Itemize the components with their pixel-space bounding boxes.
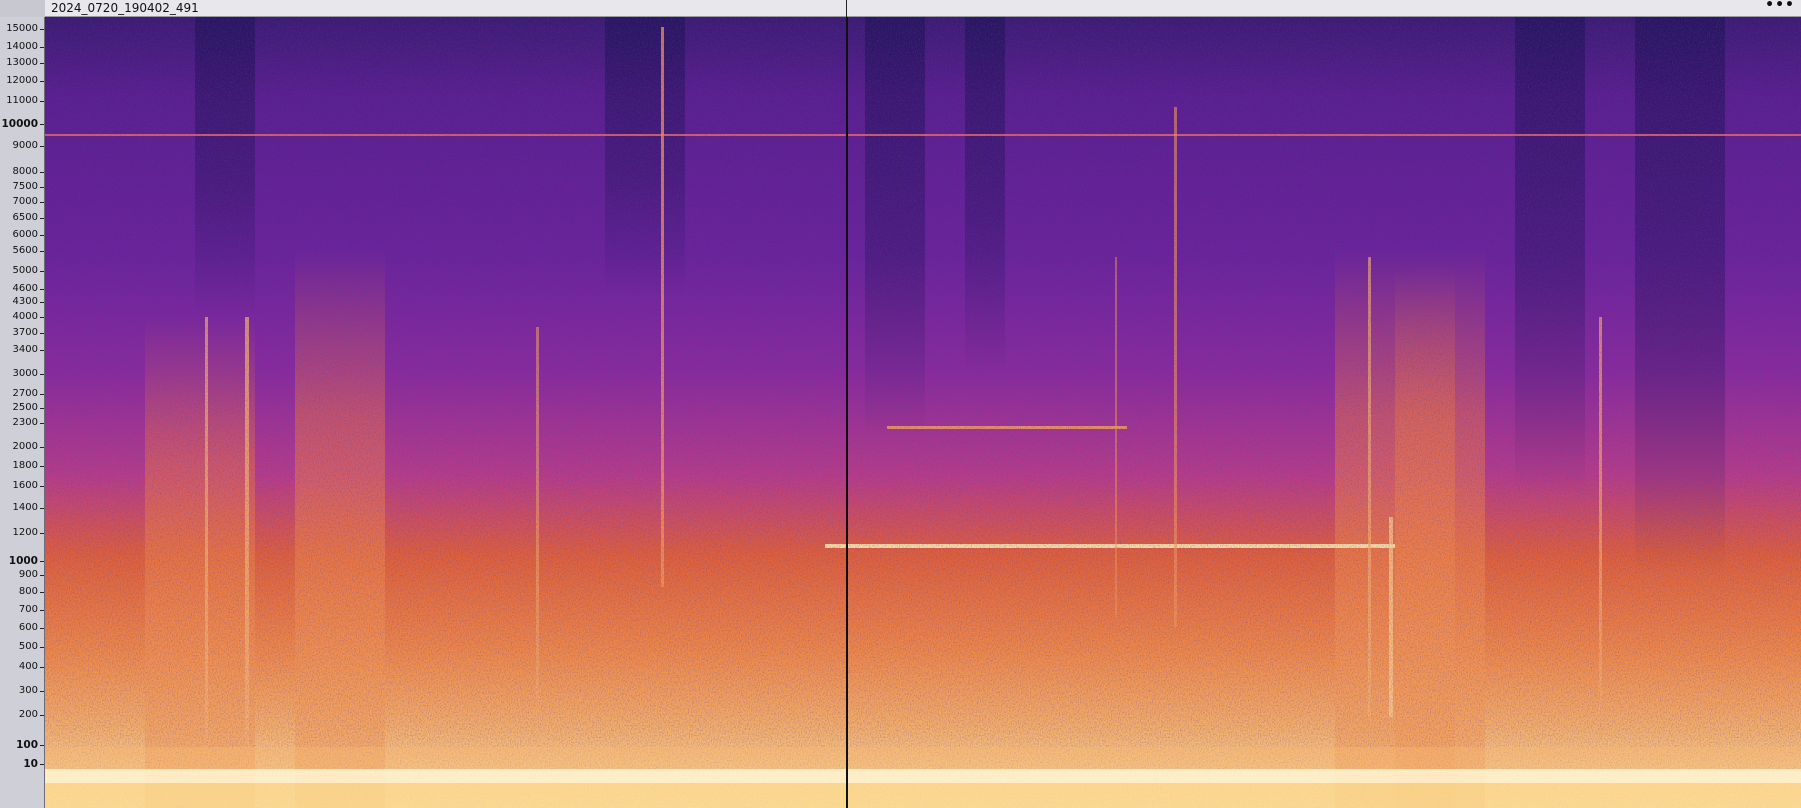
ruler-tick [40, 101, 44, 102]
ruler-tick [40, 235, 44, 236]
ruler-tick [40, 447, 44, 448]
ruler-label-5000: 5000 [12, 265, 38, 276]
ruler-label-14000: 14000 [6, 41, 38, 52]
ruler-label-5600: 5600 [12, 245, 38, 256]
ruler-tick [40, 423, 44, 424]
ruler-tick [40, 302, 44, 303]
ruler-label-4300: 4300 [12, 296, 38, 307]
ruler-label-8000: 8000 [12, 166, 38, 177]
ruler-tick [40, 745, 44, 746]
ruler-tick [40, 333, 44, 334]
ruler-label-600: 600 [18, 622, 38, 633]
ruler-label-9000: 9000 [12, 140, 38, 151]
ruler-label-700: 700 [18, 604, 38, 615]
ruler-label-500: 500 [18, 641, 38, 652]
ruler-tick [40, 533, 44, 534]
ruler-tick [40, 466, 44, 467]
ruler-tick [40, 29, 44, 30]
ruler-tick [40, 251, 44, 252]
ruler-label-7500: 7500 [12, 181, 38, 192]
ruler-tick [40, 271, 44, 272]
ruler-label-11000: 11000 [6, 95, 38, 106]
ruler-tick [40, 764, 44, 765]
ruler-label-800: 800 [18, 586, 38, 597]
spectrogram-canvas [45, 17, 1801, 808]
ruler-label-4000: 4000 [12, 311, 38, 322]
ruler-label-1200: 1200 [12, 527, 38, 538]
ruler-label-1600: 1600 [12, 480, 38, 491]
spectrogram-view[interactable] [45, 17, 1801, 808]
ruler-tick [40, 715, 44, 716]
ruler-tick [40, 667, 44, 668]
ruler-label-1800: 1800 [12, 460, 38, 471]
ruler-label-2300: 2300 [12, 417, 38, 428]
ruler-label-10000: 10000 [1, 118, 38, 130]
ruler-tick [40, 592, 44, 593]
track-title-bar[interactable]: 2024_0720_190402_491 ••• [45, 0, 1801, 17]
ruler-tick [40, 317, 44, 318]
ruler-tick [40, 124, 44, 125]
ruler-tick [40, 575, 44, 576]
ruler-label-6000: 6000 [12, 229, 38, 240]
ruler-tick [40, 146, 44, 147]
ruler-tick [40, 47, 44, 48]
ruler-tick [40, 81, 44, 82]
ruler-label-4600: 4600 [12, 283, 38, 294]
ruler-tick [40, 172, 44, 173]
ruler-label-1000: 1000 [8, 555, 38, 567]
ruler-tick [40, 408, 44, 409]
ruler-label-200: 200 [18, 709, 38, 720]
ruler-tick [40, 610, 44, 611]
ruler-tick [40, 218, 44, 219]
ruler-label-7000: 7000 [12, 196, 38, 207]
channel-divider [846, 17, 848, 808]
ruler-tick [40, 350, 44, 351]
ruler-tick [40, 691, 44, 692]
ruler-tick [40, 508, 44, 509]
ruler-label-6500: 6500 [12, 212, 38, 223]
ruler-label-100: 100 [16, 739, 38, 751]
track-menu-button[interactable]: ••• [1765, 0, 1795, 13]
ruler-tick [40, 289, 44, 290]
ruler-tick [40, 394, 44, 395]
frequency-ruler: 15000 14000 13000 12000 11000 10000 9000 8000 75… [0, 17, 45, 808]
ruler-label-2500: 2500 [12, 402, 38, 413]
ruler-tick [40, 202, 44, 203]
ruler-label-15000: 15000 [6, 23, 38, 34]
track-name: 2024_0720_190402_491 [51, 1, 199, 15]
ruler-label-3400: 3400 [12, 344, 38, 355]
ruler-label-2000: 2000 [12, 441, 38, 452]
ruler-tick [40, 486, 44, 487]
ruler-label-3000: 3000 [12, 368, 38, 379]
ruler-label-10: 10 [23, 758, 38, 770]
ruler-label-1400: 1400 [12, 502, 38, 513]
ruler-label-13000: 13000 [6, 57, 38, 68]
ruler-label-300: 300 [18, 685, 38, 696]
title-divider [846, 0, 847, 17]
ruler-tick [40, 561, 44, 562]
ruler-tick [40, 187, 44, 188]
ruler-label-3700: 3700 [12, 327, 38, 338]
ruler-tick [40, 63, 44, 64]
ruler-label-2700: 2700 [12, 388, 38, 399]
ruler-label-12000: 12000 [6, 75, 38, 86]
ruler-tick [40, 628, 44, 629]
ruler-tick [40, 374, 44, 375]
ruler-tick [40, 647, 44, 648]
ruler-label-400: 400 [18, 661, 38, 672]
ruler-label-900: 900 [18, 569, 38, 580]
